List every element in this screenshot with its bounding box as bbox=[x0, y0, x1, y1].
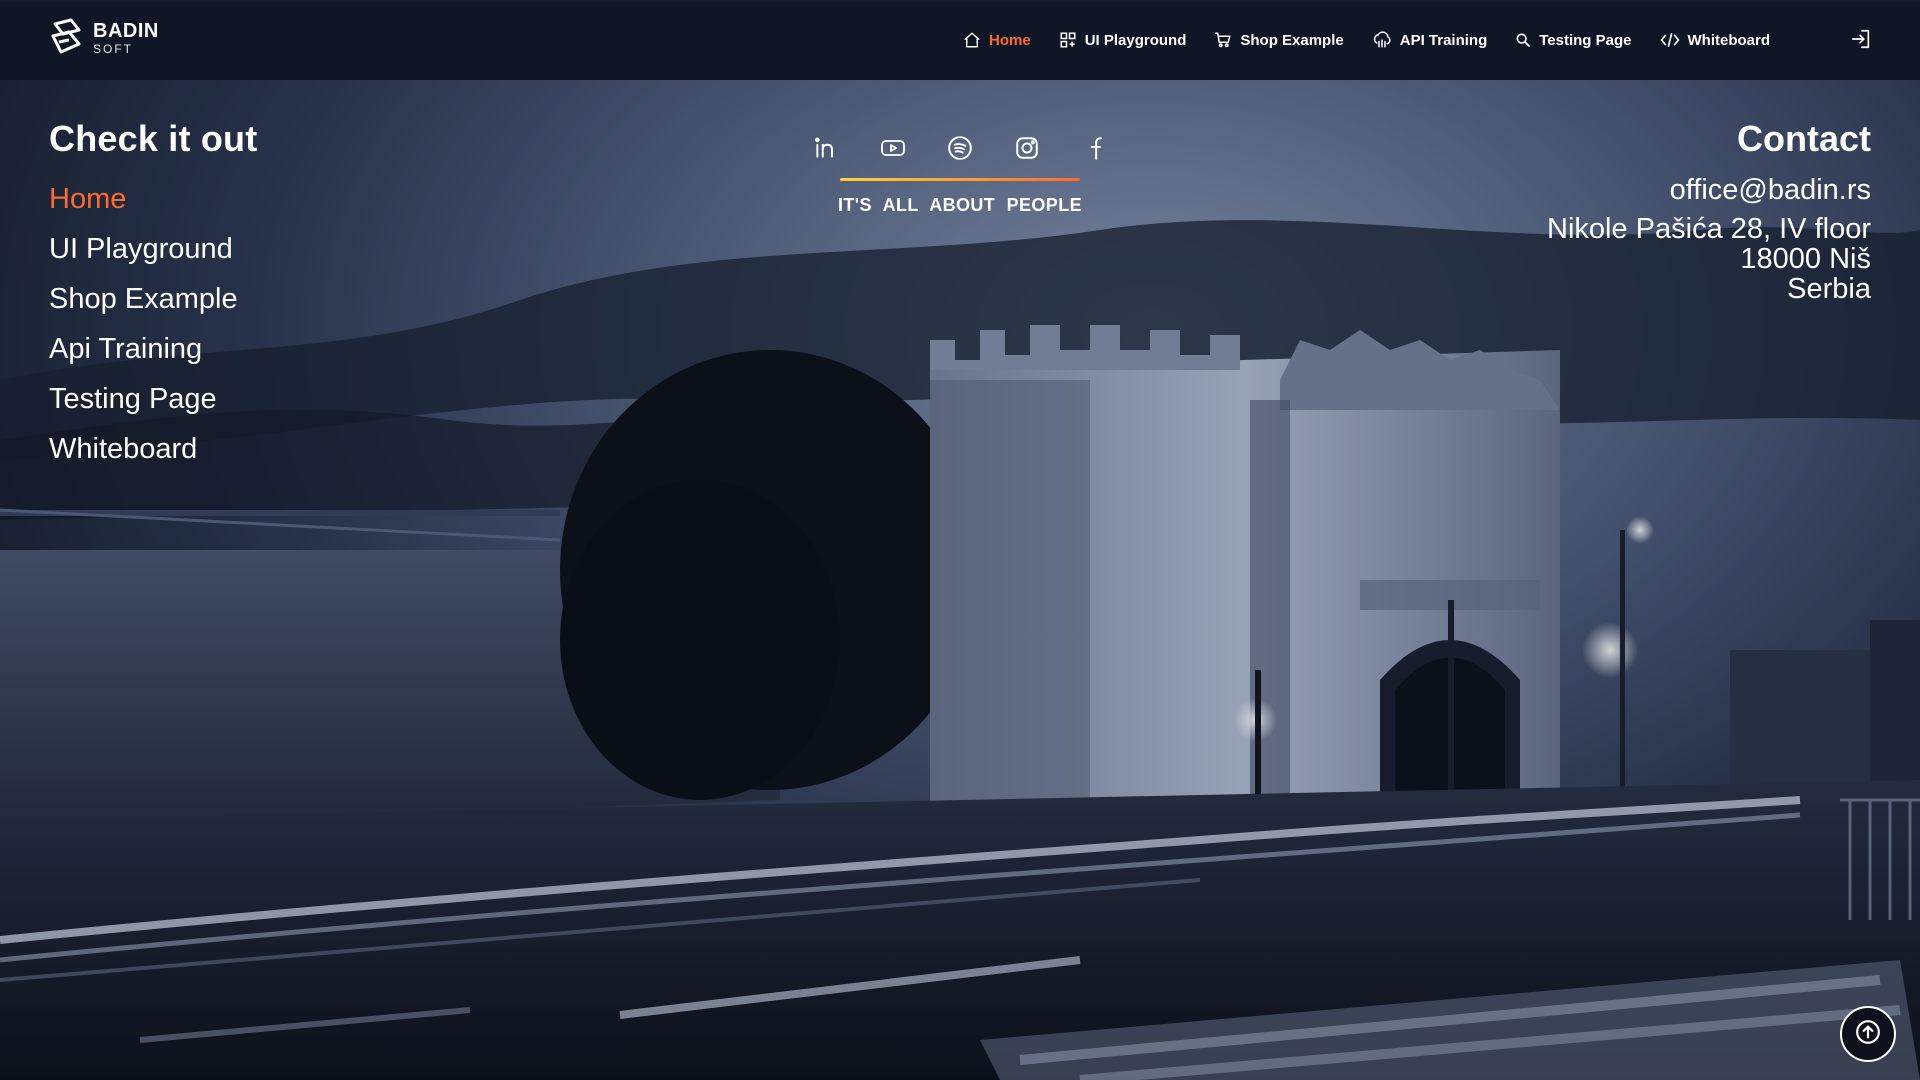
main-nav: Home UI Playground Shop Example API Trai… bbox=[963, 0, 1770, 80]
code-icon bbox=[1660, 32, 1680, 48]
nav-item-ui-playground[interactable]: UI Playground bbox=[1059, 31, 1187, 49]
social-links bbox=[810, 130, 1110, 166]
logout-button[interactable] bbox=[1850, 28, 1872, 54]
quick-links-list: Home UI Playground Shop Example Api Trai… bbox=[49, 174, 257, 474]
youtube-icon[interactable] bbox=[877, 132, 909, 164]
check-it-out-title: Check it out bbox=[49, 118, 258, 159]
home-icon bbox=[963, 31, 981, 49]
quick-link-shop-example[interactable]: Shop Example bbox=[49, 274, 257, 324]
logo-brand: BADIN bbox=[93, 20, 159, 42]
logo-sub: SOFT bbox=[93, 42, 133, 56]
nav-item-api-training[interactable]: API Training bbox=[1372, 31, 1488, 49]
cart-icon bbox=[1214, 31, 1232, 49]
nav-item-label: Home bbox=[989, 31, 1031, 49]
quick-link-api-training[interactable]: Api Training bbox=[49, 324, 257, 374]
quick-link-testing-page[interactable]: Testing Page bbox=[49, 374, 257, 424]
contact-address-line: Nikole Pašića 28, IV floor bbox=[1547, 213, 1871, 245]
contact-address-line: Serbia bbox=[1787, 273, 1871, 305]
check-it-out-section: Check it out Home UI Playground Shop Exa… bbox=[49, 118, 257, 474]
quick-link-ui-playground[interactable]: UI Playground bbox=[49, 224, 257, 274]
linkedin-icon[interactable] bbox=[810, 132, 842, 164]
contact-section: Contact office@badin.rs Nikole Pašića 28… bbox=[1547, 118, 1871, 304]
nav-item-shop-example[interactable]: Shop Example bbox=[1214, 31, 1344, 49]
instagram-icon[interactable] bbox=[1011, 132, 1043, 164]
social-underline bbox=[840, 178, 1080, 181]
social-section: IT'S ALL ABOUT PEOPLE bbox=[799, 130, 1121, 216]
quick-link-whiteboard[interactable]: Whiteboard bbox=[49, 424, 257, 474]
facebook-icon[interactable] bbox=[1078, 132, 1110, 164]
spotify-icon[interactable] bbox=[944, 132, 976, 164]
logout-icon bbox=[1850, 29, 1872, 54]
badin-logo-mark-icon bbox=[49, 18, 85, 58]
contact-email[interactable]: office@badin.rs bbox=[1547, 170, 1871, 210]
nav-item-label: Shop Example bbox=[1240, 31, 1344, 49]
contact-title: Contact bbox=[1737, 118, 1871, 159]
scroll-to-top-button[interactable] bbox=[1840, 1006, 1896, 1062]
top-navigation-bar: BADIN SOFT Home UI Playground Shop Examp… bbox=[0, 0, 1920, 80]
nav-item-label: Whiteboard bbox=[1687, 31, 1771, 49]
contact-address-line: 18000 Niš bbox=[1740, 243, 1871, 275]
logo[interactable]: BADIN SOFT bbox=[49, 18, 159, 58]
grid-icon bbox=[1059, 31, 1077, 49]
nav-item-whiteboard[interactable]: Whiteboard bbox=[1660, 31, 1771, 49]
arrow-up-icon bbox=[1855, 1019, 1881, 1049]
search-icon bbox=[1515, 32, 1531, 48]
nav-item-label: Testing Page bbox=[1539, 31, 1632, 49]
api-icon bbox=[1372, 31, 1392, 49]
nav-item-home[interactable]: Home bbox=[963, 31, 1031, 49]
nav-item-label: UI Playground bbox=[1084, 31, 1187, 49]
quick-link-home[interactable]: Home bbox=[49, 174, 257, 224]
nav-item-label: API Training bbox=[1399, 31, 1488, 49]
page: BADIN SOFT Home UI Playground Shop Examp… bbox=[0, 0, 1920, 1080]
nav-item-testing-page[interactable]: Testing Page bbox=[1515, 31, 1632, 49]
slogan: IT'S ALL ABOUT PEOPLE bbox=[837, 195, 1083, 215]
